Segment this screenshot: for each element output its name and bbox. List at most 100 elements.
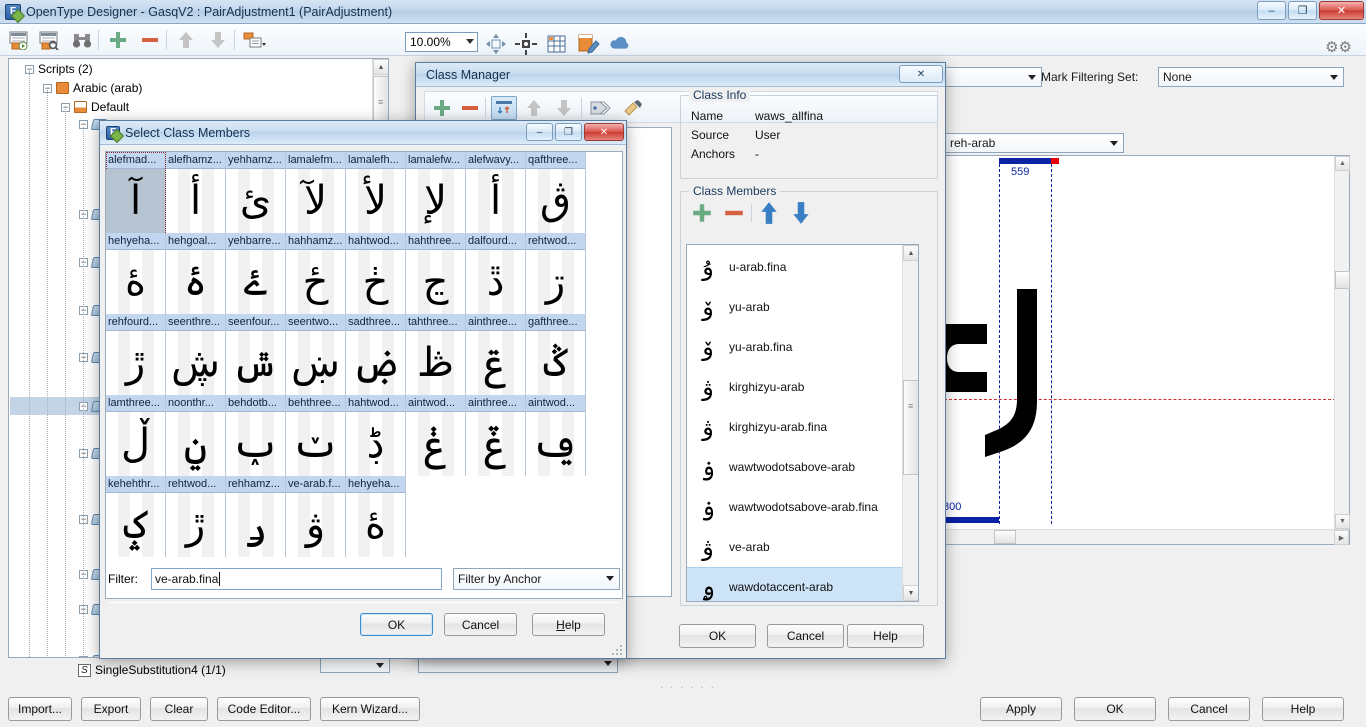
close-button[interactable]: ✕ xyxy=(584,123,624,141)
edit-glyph-icon[interactable] xyxy=(576,32,600,56)
class-manager-window-controls[interactable]: ✕ xyxy=(899,65,943,83)
glyph-grid[interactable]: alefmad... آ alefhamz... أ yehhamz... ئ lamale… xyxy=(105,151,623,599)
chevron-down-icon[interactable] xyxy=(1330,75,1338,80)
glyph-cell[interactable]: rehfourd... ڙ xyxy=(106,314,166,395)
scroll-thumb[interactable] xyxy=(994,530,1016,544)
glyph-cell[interactable]: hahtwod... ڋ xyxy=(346,395,406,476)
glyph-cell[interactable]: tahthree... ڟ xyxy=(406,314,466,395)
center-icon[interactable] xyxy=(514,32,538,56)
clean-brush-icon[interactable] xyxy=(621,96,647,120)
export-button[interactable]: Export xyxy=(81,697,141,721)
minimize-button[interactable]: – xyxy=(1257,1,1286,20)
code-editor-button[interactable]: Code Editor... xyxy=(217,697,311,721)
glyph-cell[interactable]: lamalefh... ﻷ xyxy=(346,152,406,233)
glyph-cell[interactable]: ainthree... ݝ xyxy=(466,314,526,395)
class-member-row[interactable]: ۇ u-arab.fina xyxy=(687,247,903,287)
class-member-row[interactable]: ۆ yu-arab xyxy=(687,287,903,327)
glyph-cell[interactable]: gafthree... ݣ xyxy=(526,314,586,395)
glyph-cell[interactable]: alefmad... آ xyxy=(106,152,166,233)
glyph-cell[interactable]: alefwavy... أ xyxy=(466,152,526,233)
glyph-cell[interactable]: seentwo... ښ xyxy=(286,314,346,395)
select-class-members-dialog[interactable]: F Select Class Members – ❐ ✕ alefmad... آ… xyxy=(99,120,627,659)
kern-wizard-button[interactable]: Kern Wizard... xyxy=(320,697,420,721)
grid-icon[interactable] xyxy=(545,32,569,56)
glyph-cell[interactable]: seenthre... ڜ xyxy=(166,314,226,395)
glyph-cell[interactable]: noonthr... ݧ xyxy=(166,395,226,476)
chevron-down-icon[interactable] xyxy=(606,576,614,581)
glyph-cell[interactable]: rehtwod... ڗ xyxy=(526,233,586,314)
scroll-up-icon[interactable]: ▲ xyxy=(903,245,918,261)
glyph-cell[interactable]: hehyeha... ۀ xyxy=(106,233,166,314)
window-controls[interactable]: – ❐ ✕ xyxy=(1257,1,1364,20)
scroll-down-icon[interactable]: ▼ xyxy=(1335,514,1350,529)
resize-grip[interactable] xyxy=(611,644,623,656)
rename-tag-icon[interactable] xyxy=(587,96,613,120)
class-member-row[interactable]: ۋ kirghizyu-arab xyxy=(687,367,903,407)
scroll-right-icon[interactable]: ▶ xyxy=(1334,530,1349,545)
remove-icon[interactable] xyxy=(138,28,162,52)
scroll-thumb[interactable] xyxy=(1335,271,1350,289)
glyph-cell[interactable]: sadthree... ۻ xyxy=(346,314,406,395)
glyph-cell[interactable]: aintwod... ݟ xyxy=(406,395,466,476)
canvas-hscrollbar[interactable]: ▶ xyxy=(939,529,1349,545)
glyph-cell[interactable]: aintwod... ݠ xyxy=(526,395,586,476)
table-options-icon[interactable] xyxy=(242,28,266,52)
filter-mode-combo[interactable]: Filter by Anchor xyxy=(453,568,620,590)
close-button[interactable]: ✕ xyxy=(1319,1,1364,20)
add-member-icon[interactable] xyxy=(691,202,713,227)
glyph-cell[interactable]: hehgoal... ۂ xyxy=(166,233,226,314)
glyph-cell[interactable]: qafthree... ڨ xyxy=(526,152,586,233)
zoom-combo[interactable]: 10.00% xyxy=(405,32,478,52)
glyph-cell[interactable]: yehbarre... ۓ xyxy=(226,233,286,314)
glyph-cell[interactable]: lamalefw... ﻹ xyxy=(406,152,466,233)
tree-node-default[interactable]: − Default xyxy=(61,100,129,114)
class-member-row[interactable]: ۏ wawtwodotsabove-arab.fina xyxy=(687,487,903,527)
new-table-run-icon[interactable] xyxy=(8,28,32,52)
glyph-cell[interactable]: lamalefm... ﻵ xyxy=(286,152,346,233)
gear-icon[interactable]: ⚙⚙ xyxy=(1325,38,1352,56)
add-icon[interactable] xyxy=(106,28,130,52)
chevron-down-icon[interactable] xyxy=(604,661,612,666)
close-button[interactable]: ✕ xyxy=(899,65,943,83)
sort-icon[interactable] xyxy=(491,96,517,120)
remove-class-icon[interactable] xyxy=(457,96,483,120)
glyph-name-combo[interactable]: reh-arab xyxy=(945,133,1124,153)
mark-filtering-set-combo[interactable]: None xyxy=(1158,67,1344,87)
maximize-button[interactable]: ❐ xyxy=(1288,1,1317,20)
ok-button[interactable]: OK xyxy=(1074,697,1156,721)
glyph-cell[interactable]: ve-arab.f... ۋ xyxy=(286,476,346,557)
apply-button[interactable]: Apply xyxy=(980,697,1062,721)
table-inspect-icon[interactable] xyxy=(38,28,62,52)
chevron-down-icon[interactable] xyxy=(1110,141,1118,146)
glyph-cell[interactable]: behdotb... ݕ xyxy=(226,395,286,476)
tree-node-singlesub[interactable]: S SingleSubstitution4 (1/1) xyxy=(78,663,226,677)
cancel-button[interactable]: Cancel xyxy=(444,613,517,636)
filter-input[interactable]: ve-arab.fina xyxy=(151,568,442,590)
help-button[interactable]: Help xyxy=(1262,697,1344,721)
binoculars-icon[interactable] xyxy=(70,28,94,52)
glyph-cell[interactable]: alefhamz... أ xyxy=(166,152,226,233)
class-member-row[interactable]: ۋ ve-arab xyxy=(687,527,903,567)
glyph-cell[interactable]: ainthree... ݞ xyxy=(466,395,526,476)
glyph-cell[interactable]: hahhamz... ځ xyxy=(286,233,346,314)
remove-member-icon[interactable] xyxy=(723,202,745,227)
glyph-cell[interactable]: hahtwod... ڂ xyxy=(346,233,406,314)
glyph-cell[interactable]: lamthree... ڵ xyxy=(106,395,166,476)
glyph-canvas[interactable]: 559 800 ▲ ▼ ▶ xyxy=(938,155,1350,545)
class-member-row[interactable]: ۏ wawtwodotsabove-arab xyxy=(687,447,903,487)
class-member-row[interactable]: ۆ yu-arab.fina xyxy=(687,327,903,367)
scroll-up-icon[interactable]: ▲ xyxy=(1335,156,1350,171)
members-scrollbar[interactable]: ▲ ▼ xyxy=(902,245,918,601)
glyph-cell[interactable]: hahthree... ڃ xyxy=(406,233,466,314)
glyph-cell[interactable]: behthree... ݖ xyxy=(286,395,346,476)
glyph-cell[interactable]: yehhamz... ئ xyxy=(226,152,286,233)
tree-node-arabic[interactable]: − Arabic (arab) xyxy=(43,81,142,95)
import-button[interactable]: Import... xyxy=(8,697,72,721)
chevron-down-icon[interactable] xyxy=(1028,75,1036,80)
glyph-cell[interactable]: seenfour... ݜ xyxy=(226,314,286,395)
class-member-row[interactable]: ۋ kirghizyu-arab.fina xyxy=(687,407,903,447)
cloud-icon[interactable] xyxy=(608,32,632,56)
lookup-combo[interactable] xyxy=(938,67,1042,87)
glyph-cell[interactable]: hehyeha... ۀ xyxy=(346,476,406,557)
minimize-button[interactable]: – xyxy=(526,123,553,141)
